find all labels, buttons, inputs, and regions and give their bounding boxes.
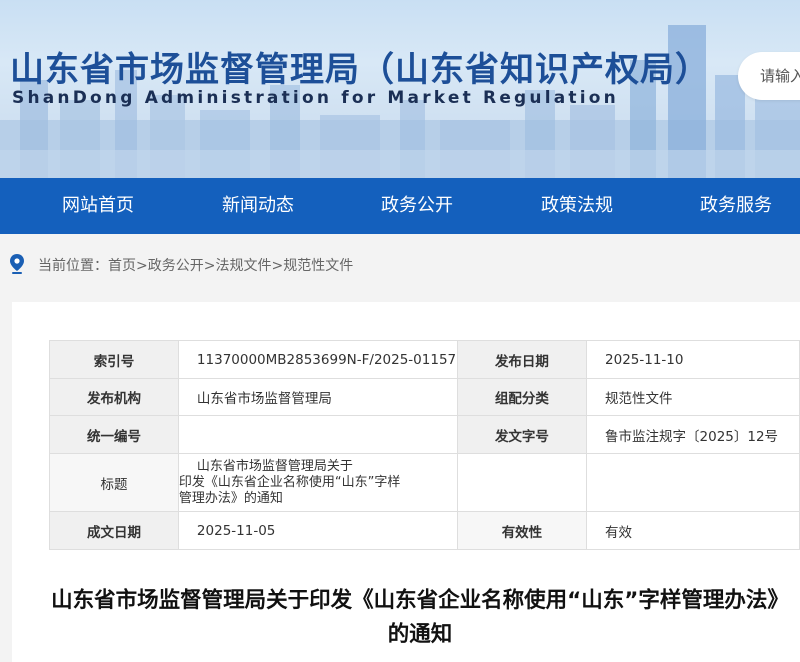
title-line: 山东省市场监督管理局关于 <box>196 458 353 474</box>
site-title: 山东省市场监督管理局（山东省知识产权局） <box>10 50 710 90</box>
nav-item-gov-affairs[interactable]: 政务公开 <box>381 178 453 234</box>
title-line: 印发《山东省企业名称使用“山东”字样 <box>178 474 401 490</box>
search-input[interactable] <box>760 66 800 86</box>
breadcrumb-separator: > <box>136 258 148 274</box>
nav-item-services[interactable]: 政务服务 <box>700 178 772 234</box>
publish-date-value: 2025-11-10 <box>586 340 800 379</box>
breadcrumb-separator: > <box>203 258 216 274</box>
index-no-label: 索引号 <box>49 340 179 379</box>
empty-cell <box>457 453 588 512</box>
nav-item-news[interactable]: 新闻动态 <box>222 178 294 234</box>
doc-no-value: 鲁市监注规字〔2025〕12号 <box>586 415 800 454</box>
unified-no-value <box>177 415 458 454</box>
category-label: 组配分类 <box>456 378 588 416</box>
category-value: 规范性文件 <box>586 378 800 416</box>
breadcrumb-row: 当前位置：首页>政务公开>法规文件>规范性文件 <box>0 234 800 294</box>
header-banner: 山东省市场监督管理局（山东省知识产权局） ShanDong Administra… <box>0 0 800 178</box>
validity-value: 有效 <box>586 511 800 550</box>
table-row: 索引号 11370000MB2853699N-F/2025-01157 发布日期… <box>49 340 800 379</box>
publisher-label: 发布机构 <box>49 378 179 416</box>
created-date-label: 成文日期 <box>49 511 179 550</box>
table-row: 统一编号 发文字号 鲁市监注规字〔2025〕12号 <box>49 415 800 454</box>
title-label: 标题 <box>49 453 179 512</box>
unified-no-label: 统一编号 <box>49 415 179 454</box>
breadcrumb-link-regulations[interactable]: 法规文件 <box>215 258 271 274</box>
created-date-value: 2025-11-05 <box>177 511 458 550</box>
table-row: 标题 山东省市场监督管理局关于 印发《山东省企业名称使用“山东”字样 管理办法》… <box>49 453 800 512</box>
document-title: 山东省市场监督管理局关于印发《山东省企业名称使用“山东”字样管理办法》的通知 <box>51 588 789 647</box>
location-pin-icon <box>10 254 24 274</box>
nav-item-policy[interactable]: 政策法规 <box>541 178 613 234</box>
nav-item-home[interactable]: 网站首页 <box>62 178 134 234</box>
publish-date-label: 发布日期 <box>456 340 588 379</box>
breadcrumb-link-gov-affairs[interactable]: 政务公开 <box>148 258 204 274</box>
breadcrumb-link-home[interactable]: 首页 <box>108 258 136 274</box>
publisher-value: 山东省市场监督管理局 <box>177 378 458 416</box>
title-line: 管理办法》的通知 <box>178 490 283 506</box>
document-meta-table: 索引号 11370000MB2853699N-F/2025-01157 发布日期… <box>49 340 800 550</box>
breadcrumb: 当前位置：首页>政务公开>法规文件>规范性文件 <box>38 255 353 275</box>
validity-label: 有效性 <box>456 511 588 550</box>
breadcrumb-link-normative-docs[interactable]: 规范性文件 <box>283 258 353 274</box>
title-value: 山东省市场监督管理局关于 印发《山东省企业名称使用“山东”字样 管理办法》的通知 <box>177 453 458 512</box>
table-row: 发布机构 山东省市场监督管理局 组配分类 规范性文件 <box>49 378 800 416</box>
breadcrumb-prefix: 当前位置： <box>38 258 108 274</box>
empty-cell <box>586 453 800 512</box>
main-nav: 网站首页 新闻动态 政务公开 政策法规 政务服务 <box>0 178 800 234</box>
table-row: 成文日期 2025-11-05 有效性 有效 <box>49 511 800 550</box>
site-subtitle: ShanDong Administration for Market Regul… <box>12 88 619 108</box>
search-box[interactable] <box>738 52 800 100</box>
doc-no-label: 发文字号 <box>456 415 588 454</box>
breadcrumb-separator: > <box>271 258 284 274</box>
index-no-value: 11370000MB2853699N-F/2025-01157 <box>177 340 458 379</box>
